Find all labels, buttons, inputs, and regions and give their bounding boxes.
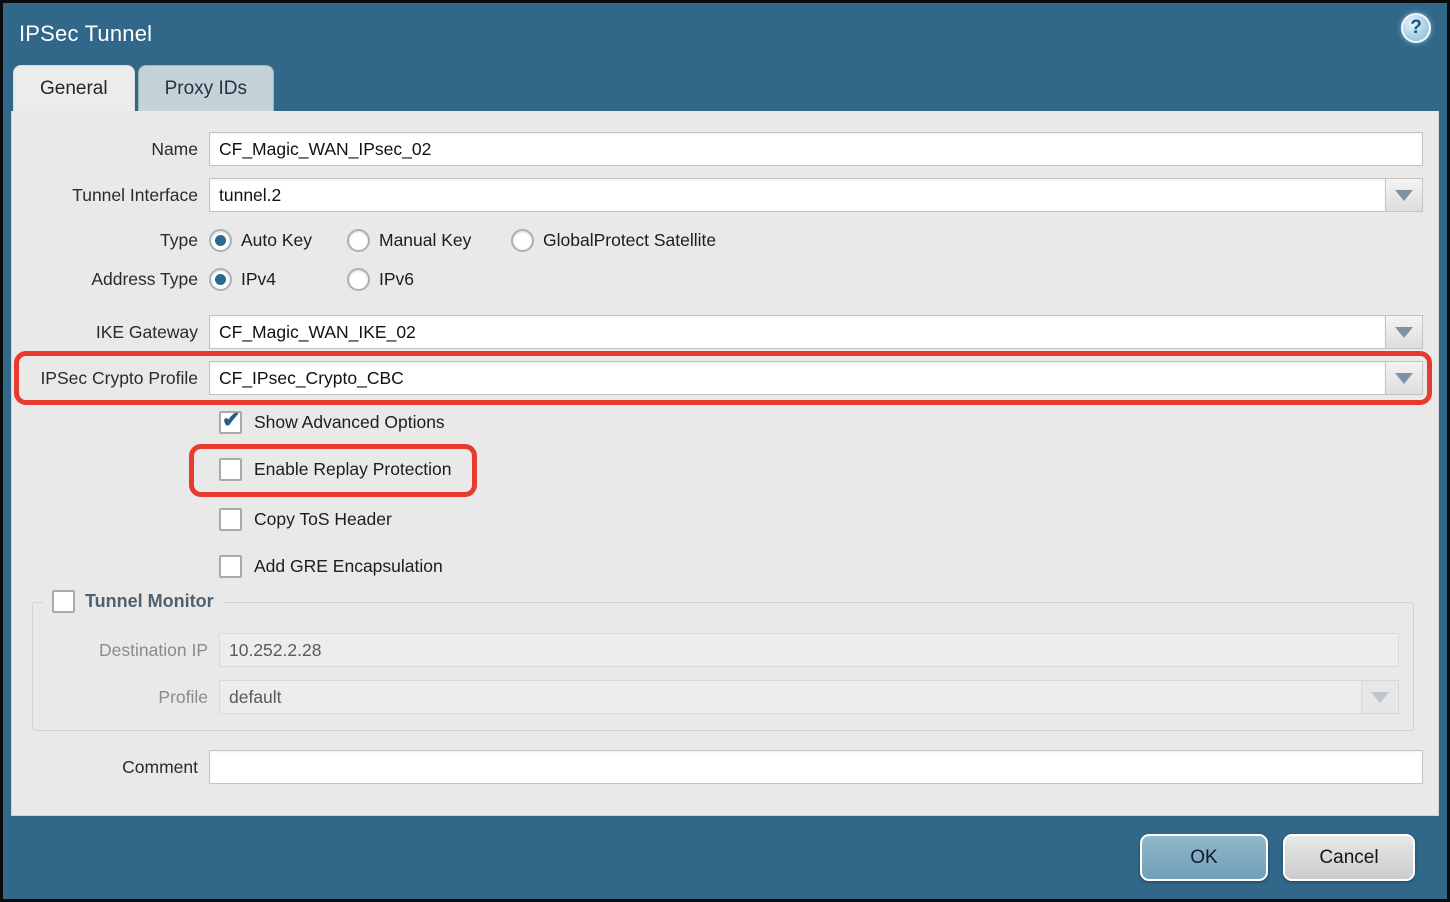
profile-label: Profile (33, 687, 219, 708)
tab-general-label: General (40, 78, 108, 100)
radio-globalprotect-satellite-label: GlobalProtect Satellite (543, 230, 716, 251)
cancel-button[interactable]: Cancel (1283, 834, 1415, 881)
comment-input[interactable] (209, 750, 1423, 784)
tunnel-monitor-legend: Tunnel Monitor (43, 590, 223, 613)
ike-gateway-label: IKE Gateway (12, 322, 209, 343)
profile-input (219, 680, 1362, 714)
tunnel-interface-field-wrap (209, 178, 1423, 212)
enable-replay-protection-checkbox[interactable] (219, 458, 242, 481)
ike-gateway-input[interactable] (209, 315, 1386, 349)
type-label: Type (12, 230, 209, 251)
ipsec-crypto-profile-field-wrap (209, 361, 1423, 395)
show-advanced-options-checkbox[interactable] (219, 411, 242, 434)
help-glyph: ? (1410, 17, 1422, 39)
tunnel-interface-label: Tunnel Interface (12, 185, 209, 206)
address-type-radio-group: IPv4 IPv6 (209, 268, 414, 291)
chevron-down-icon (1395, 190, 1413, 201)
profile-row: Profile (33, 680, 1399, 714)
radio-manual-key-label: Manual Key (379, 230, 471, 251)
destination-ip-row: Destination IP (33, 633, 1399, 667)
name-label: Name (12, 139, 209, 160)
comment-field-wrap (209, 750, 1423, 784)
name-row: Name (12, 132, 1423, 166)
ipsec-crypto-profile-dropdown-button[interactable] (1386, 361, 1423, 395)
radio-ipv6-label: IPv6 (379, 269, 414, 290)
chevron-down-icon (1371, 692, 1389, 703)
name-input[interactable] (209, 132, 1423, 166)
tab-proxy-ids-label: Proxy IDs (165, 78, 247, 100)
add-gre-encapsulation-checkbox[interactable] (219, 555, 242, 578)
chevron-down-icon (1395, 327, 1413, 338)
ok-button[interactable]: OK (1140, 834, 1268, 881)
ike-gateway-field-wrap (209, 315, 1423, 349)
radio-manual-key[interactable]: Manual Key (347, 229, 511, 252)
radio-globalprotect-satellite-icon (511, 229, 534, 252)
radio-ipv4-label: IPv4 (241, 269, 276, 290)
address-type-row: Address Type IPv4 IPv6 (12, 268, 1423, 291)
type-radio-group: Auto Key Manual Key GlobalProtect Satell… (209, 229, 716, 252)
ipsec-tunnel-dialog: IPSec Tunnel ? General Proxy IDs Name Tu… (3, 3, 1447, 899)
destination-ip-input (219, 633, 1399, 667)
profile-dropdown-button (1362, 680, 1399, 714)
tunnel-interface-input[interactable] (209, 178, 1386, 212)
tunnel-monitor-fieldset: Tunnel Monitor Destination IP Profile (32, 602, 1414, 731)
dialog-titlebar: IPSec Tunnel ? (3, 3, 1447, 65)
add-gre-encapsulation-label: Add GRE Encapsulation (254, 556, 443, 577)
radio-globalprotect-satellite[interactable]: GlobalProtect Satellite (511, 229, 716, 252)
copy-tos-header-label: Copy ToS Header (254, 509, 392, 530)
tab-proxy-ids[interactable]: Proxy IDs (138, 65, 274, 111)
dialog-footer: OK Cancel (3, 816, 1447, 899)
ipsec-crypto-profile-row: IPSec Crypto Profile (12, 361, 1423, 395)
enable-replay-protection-row[interactable]: Enable Replay Protection (219, 458, 451, 481)
radio-ipv6[interactable]: IPv6 (347, 268, 414, 291)
chevron-down-icon (1395, 373, 1413, 384)
radio-auto-key-icon (209, 229, 232, 252)
enable-replay-protection-label: Enable Replay Protection (254, 459, 451, 480)
radio-ipv4[interactable]: IPv4 (209, 268, 347, 291)
show-advanced-options-row[interactable]: Show Advanced Options (219, 411, 445, 434)
ike-gateway-dropdown-button[interactable] (1386, 315, 1423, 349)
address-type-label: Address Type (12, 269, 209, 290)
profile-field-wrap (219, 680, 1399, 714)
ipsec-crypto-profile-label: IPSec Crypto Profile (12, 368, 209, 389)
tunnel-interface-dropdown-button[interactable] (1386, 178, 1423, 212)
copy-tos-header-row[interactable]: Copy ToS Header (219, 508, 392, 531)
radio-ipv4-icon (209, 268, 232, 291)
copy-tos-header-checkbox[interactable] (219, 508, 242, 531)
tunnel-monitor-label: Tunnel Monitor (85, 591, 214, 612)
tab-bar: General Proxy IDs (3, 65, 1447, 111)
tunnel-monitor-checkbox[interactable] (52, 590, 75, 613)
destination-ip-field-wrap (219, 633, 1399, 667)
radio-manual-key-icon (347, 229, 370, 252)
radio-auto-key[interactable]: Auto Key (209, 229, 347, 252)
comment-label: Comment (12, 757, 209, 778)
show-advanced-options-label: Show Advanced Options (254, 412, 445, 433)
general-tab-panel: Name Tunnel Interface Type Auto Key (11, 111, 1439, 816)
destination-ip-label: Destination IP (33, 640, 219, 661)
comment-row: Comment (12, 750, 1423, 784)
ike-gateway-row: IKE Gateway (12, 315, 1423, 349)
radio-ipv6-icon (347, 268, 370, 291)
type-row: Type Auto Key Manual Key GlobalProtect S… (12, 229, 1423, 252)
help-icon[interactable]: ? (1401, 13, 1431, 43)
name-field-wrap (209, 132, 1423, 166)
dialog-title: IPSec Tunnel (19, 21, 152, 47)
add-gre-encapsulation-row[interactable]: Add GRE Encapsulation (219, 555, 443, 578)
tab-general[interactable]: General (13, 65, 135, 111)
radio-auto-key-label: Auto Key (241, 230, 312, 251)
tunnel-interface-row: Tunnel Interface (12, 178, 1423, 212)
ipsec-crypto-profile-input[interactable] (209, 361, 1386, 395)
